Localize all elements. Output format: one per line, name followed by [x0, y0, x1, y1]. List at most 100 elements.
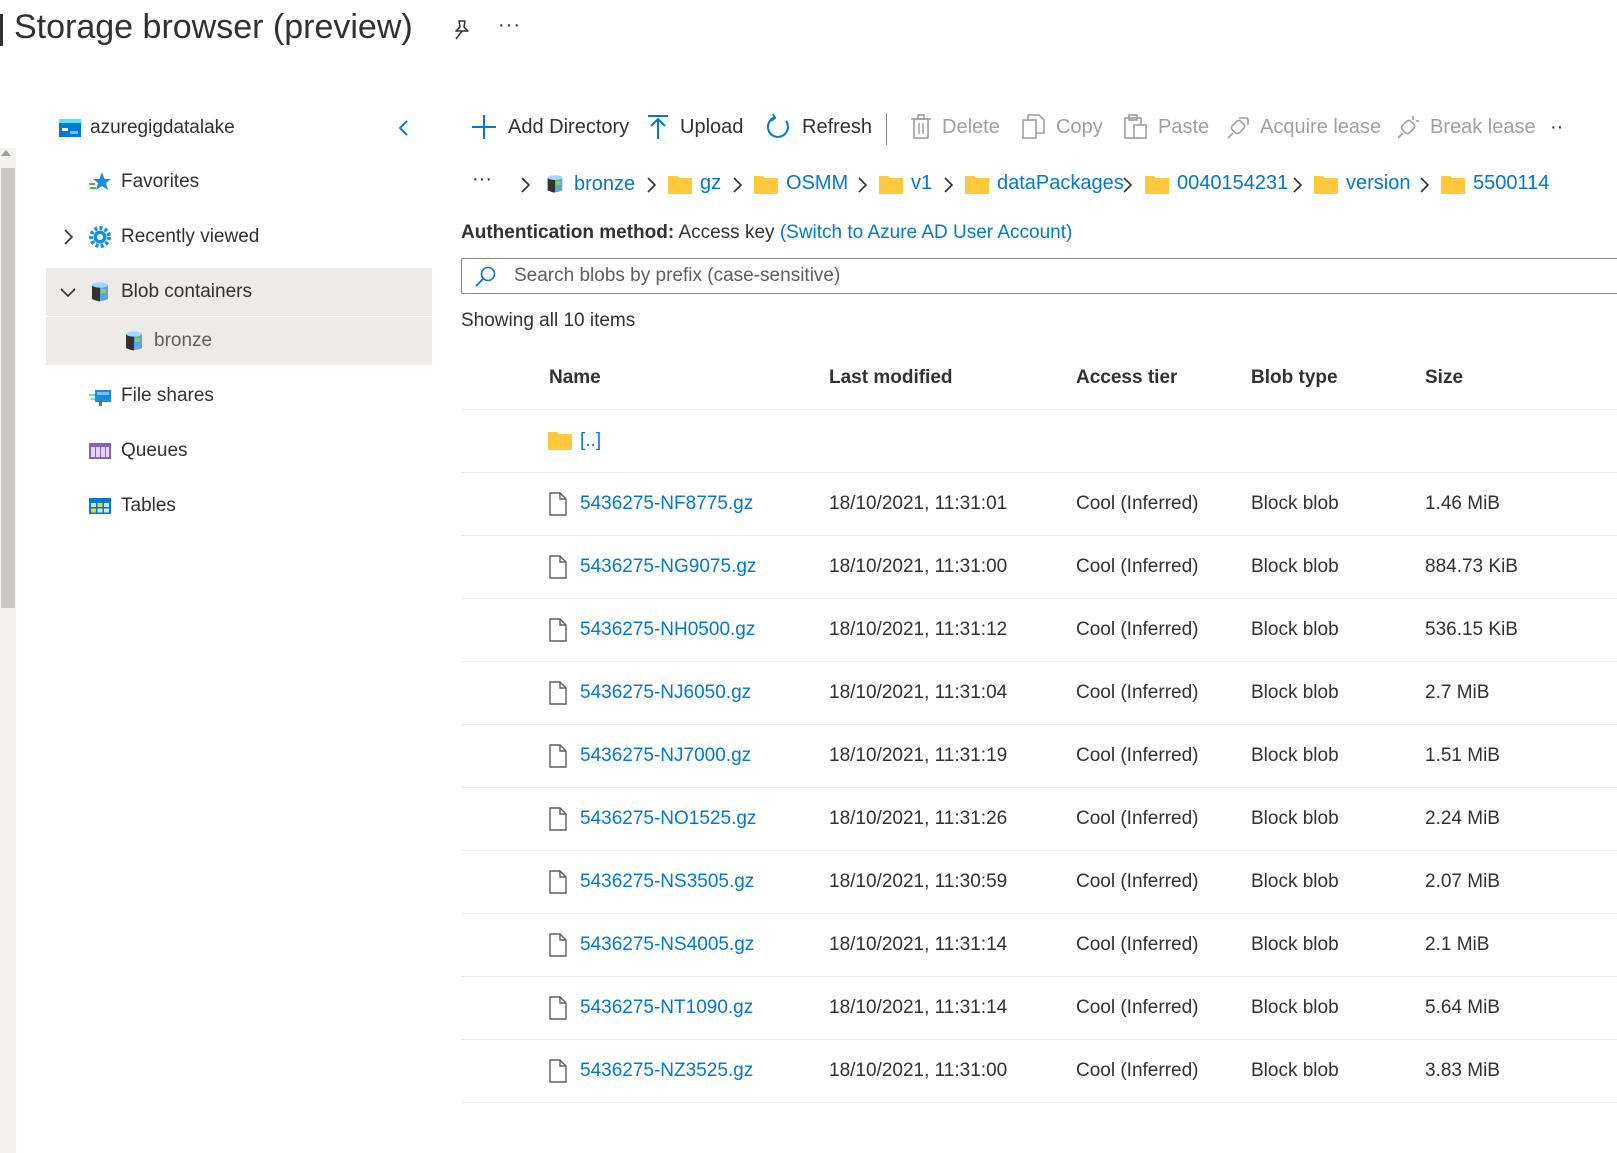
last-modified-cell: 18/10/2021, 11:31:04 [829, 682, 1008, 703]
size-cell: 2.24 MiB [1425, 808, 1500, 829]
sidebar-item-label: Tables [121, 495, 176, 516]
broken-link-icon [1397, 116, 1419, 139]
blob-name-link[interactable]: 5436275-NS4005.gz [580, 934, 754, 956]
sidebar-account[interactable]: azuregigdatalake [46, 104, 432, 152]
blob-type-cell: Block blob [1251, 682, 1339, 703]
access-tier-cell: Cool (Inferred) [1076, 619, 1199, 640]
blob-type-cell: Block blob [1251, 1060, 1339, 1081]
sidebar-item-file-shares[interactable]: File shares [46, 372, 432, 420]
blob-name-link[interactable]: 5436275-NG9075.gz [580, 556, 756, 578]
star-icon [89, 172, 111, 190]
breadcrumb-label: OSMM [786, 172, 849, 194]
refresh-button[interactable]: Refresh [764, 105, 872, 149]
blob-name-link[interactable]: 5436275-NO1525.gz [580, 808, 756, 830]
column-header-size[interactable]: Size [1425, 367, 1463, 389]
acquire-lease-button[interactable]: Acquire lease [1226, 105, 1381, 149]
sidebar-scrollbar[interactable] [0, 148, 16, 1153]
sidebar-item-queues[interactable]: Queues [46, 427, 432, 475]
column-header-blob-type[interactable]: Blob type [1251, 367, 1338, 389]
breadcrumb-label: dataPackages [997, 172, 1124, 194]
scrollbar-thumb[interactable] [1, 168, 15, 608]
folder-icon [754, 175, 778, 194]
auth-method: Authentication method: Access key (Switc… [461, 222, 1072, 244]
access-tier-cell: Cool (Inferred) [1076, 556, 1199, 577]
add-directory-button[interactable]: Add Directory [470, 105, 629, 149]
search-box[interactable] [461, 258, 1617, 294]
sidebar-item-recently-viewed[interactable]: Recently viewed [46, 213, 432, 261]
chevron-right-icon[interactable] [58, 227, 78, 247]
breadcrumb-label: 5500114 [1473, 172, 1550, 194]
upload-button[interactable]: Upload [646, 105, 743, 149]
blob-name-link[interactable]: 5436275-NH0500.gz [580, 619, 755, 641]
breadcrumb-item[interactable]: dataPackages [965, 172, 1124, 195]
search-input[interactable] [512, 263, 1512, 289]
paste-button[interactable]: Paste [1124, 105, 1209, 149]
last-modified-cell: 18/10/2021, 11:30:59 [829, 871, 1008, 892]
parent-directory-link[interactable]: [..] [580, 430, 601, 452]
add-directory-label: Add Directory [508, 115, 630, 138]
breadcrumb-item[interactable]: v1 [879, 172, 932, 195]
blob-table: Name Last modified Access tier Blob type… [461, 346, 1617, 1103]
upload-icon [648, 115, 668, 139]
access-tier-cell: Cool (Inferred) [1076, 745, 1199, 766]
blob-name-link[interactable]: 5436275-NS3505.gz [580, 871, 754, 893]
breadcrumb-item[interactable]: bronze [544, 172, 635, 196]
table-row[interactable]: 5436275-NZ3525.gz 18/10/2021, 11:31:00 C… [461, 1040, 1617, 1103]
last-modified-cell: 18/10/2021, 11:31:14 [829, 997, 1008, 1018]
blob-name-link[interactable]: 5436275-NJ7000.gz [580, 745, 751, 767]
chevron-left-icon[interactable] [396, 118, 412, 138]
delete-button[interactable]: Delete [910, 105, 1000, 149]
table-row[interactable]: 5436275-NJ7000.gz 18/10/2021, 11:31:19 C… [461, 725, 1617, 788]
table-row-parent[interactable]: [..] [461, 410, 1617, 473]
folder-icon [965, 175, 989, 194]
breadcrumb-item[interactable]: gz [668, 172, 721, 195]
breadcrumb-item[interactable]: 0040154231 [1145, 172, 1288, 195]
more-actions-button[interactable]: ··· [498, 14, 521, 37]
blob-name-link[interactable]: 5436275-NZ3525.gz [580, 1060, 753, 1082]
toolbar-overflow-button[interactable]: ·· [1550, 105, 1563, 149]
table-row[interactable]: 5436275-NO1525.gz 18/10/2021, 11:31:26 C… [461, 788, 1617, 851]
folder-icon [1145, 175, 1169, 194]
breadcrumb-item[interactable]: 5500114 [1441, 172, 1549, 195]
copy-button[interactable]: Copy [1022, 105, 1103, 149]
last-modified-cell: 18/10/2021, 11:31:00 [829, 556, 1008, 577]
table-row[interactable]: 5436275-NG9075.gz 18/10/2021, 11:31:00 C… [461, 536, 1617, 599]
pin-icon [455, 20, 469, 40]
blob-name-link[interactable]: 5436275-NF8775.gz [580, 493, 753, 515]
file-icon [549, 807, 567, 831]
folder-icon [548, 432, 572, 450]
file-icon [549, 870, 567, 894]
chevron-down-icon[interactable] [58, 282, 78, 302]
table-row[interactable]: 5436275-NS4005.gz 18/10/2021, 11:31:14 C… [461, 914, 1617, 977]
blob-type-cell: Block blob [1251, 934, 1339, 955]
sidebar-item-bronze[interactable]: bronze [46, 317, 432, 365]
sidebar-item-favorites[interactable]: Favorites [46, 158, 432, 206]
breadcrumb-item[interactable]: OSMM [754, 172, 848, 195]
table-row[interactable]: 5436275-NH0500.gz 18/10/2021, 11:31:12 C… [461, 599, 1617, 662]
column-header-last-modified[interactable]: Last modified [829, 367, 953, 389]
breadcrumb-overflow-button[interactable]: ··· [472, 168, 492, 191]
sidebar-item-tables[interactable]: Tables [46, 482, 432, 530]
blob-name-link[interactable]: 5436275-NJ6050.gz [580, 682, 751, 704]
blob-type-cell: Block blob [1251, 808, 1339, 829]
breadcrumb-item[interactable]: version [1314, 172, 1410, 195]
sidebar-item-blob-containers[interactable]: Blob containers [46, 268, 432, 316]
table-row[interactable]: 5436275-NJ6050.gz 18/10/2021, 11:31:04 C… [461, 662, 1617, 725]
chevron-right-icon [858, 177, 868, 193]
file-icon [549, 1059, 567, 1083]
break-lease-button[interactable]: Break lease [1396, 105, 1536, 149]
blob-type-cell: Block blob [1251, 745, 1339, 766]
scroll-up-arrow-icon[interactable] [1, 150, 11, 156]
size-cell: 3.83 MiB [1425, 1060, 1500, 1081]
table-row[interactable]: 5436275-NS3505.gz 18/10/2021, 11:30:59 C… [461, 851, 1617, 914]
column-header-access-tier[interactable]: Access tier [1076, 367, 1177, 389]
queue-icon [89, 443, 111, 459]
switch-auth-link[interactable]: (Switch to Azure AD User Account) [780, 222, 1073, 243]
blob-container-icon [92, 282, 108, 302]
blob-name-link[interactable]: 5436275-NT1090.gz [580, 997, 753, 1019]
pin-button[interactable] [450, 18, 474, 42]
table-row[interactable]: 5436275-NT1090.gz 18/10/2021, 11:31:14 C… [461, 977, 1617, 1040]
table-row[interactable]: 5436275-NF8775.gz 18/10/2021, 11:31:01 C… [461, 473, 1617, 536]
sidebar-account-label: azuregigdatalake [90, 117, 235, 138]
column-header-name[interactable]: Name [549, 367, 601, 389]
